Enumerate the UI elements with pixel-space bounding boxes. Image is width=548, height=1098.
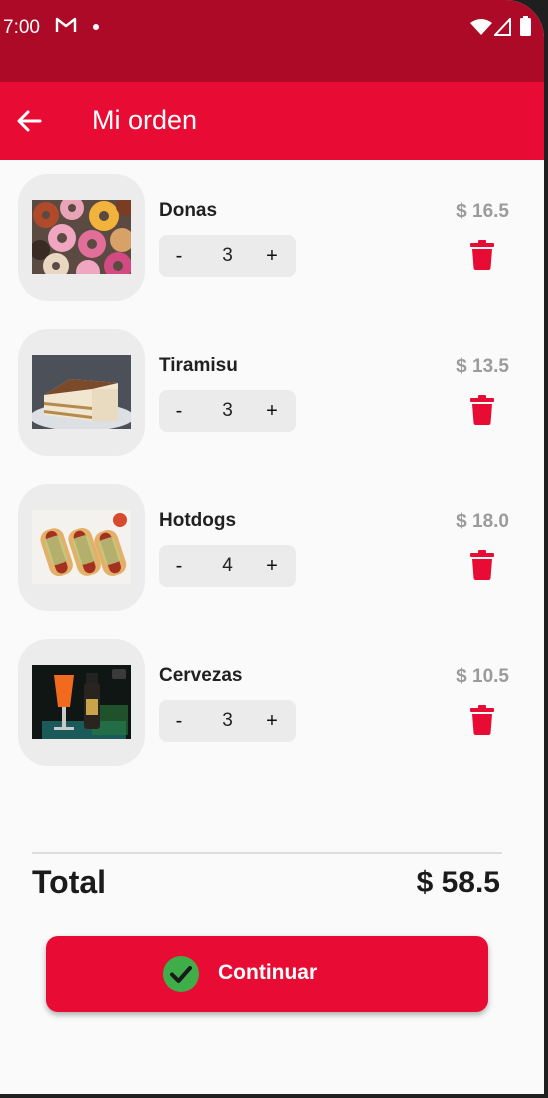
order-item-donas: Donas - 3 + $ 16.5 — [0, 174, 544, 304]
notification-dot-icon — [93, 24, 99, 30]
decrease-button[interactable]: - — [159, 545, 199, 587]
quantity-value: 3 — [222, 245, 233, 266]
item-name: Hotdogs — [159, 510, 237, 531]
page-title: Mi orden — [92, 105, 198, 135]
quantity-stepper: - 4 + — [159, 545, 296, 587]
quantity-stepper: - 3 + — [159, 235, 296, 277]
decrease-button[interactable]: - — [159, 700, 199, 742]
trash-icon[interactable] — [470, 240, 494, 270]
item-price: $ 10.5 — [456, 666, 509, 687]
beer-image — [32, 665, 131, 739]
increase-button[interactable]: + — [252, 235, 292, 277]
back-arrow-icon[interactable] — [16, 109, 42, 133]
status-time: 7:00 — [3, 17, 40, 38]
hotdogs-image — [32, 510, 131, 584]
increase-button[interactable]: + — [252, 700, 292, 742]
tiramisu-image — [32, 355, 131, 429]
item-thumbnail — [18, 174, 145, 301]
check-circle-icon — [163, 956, 199, 992]
decrease-button[interactable]: - — [159, 390, 199, 432]
status-bar: 7:00 — [0, 0, 544, 82]
trash-icon[interactable] — [470, 705, 494, 735]
item-thumbnail — [18, 329, 145, 456]
increase-button[interactable]: + — [252, 545, 292, 587]
item-name: Donas — [159, 200, 218, 221]
total-value: $ 58.5 — [416, 866, 500, 899]
continue-button[interactable]: Continuar — [46, 936, 488, 1012]
order-item-cervezas: Cervezas - 3 + $ 10.5 — [0, 639, 544, 769]
item-thumbnail — [18, 639, 145, 766]
screen: 7:00 Mi orden Donas - 3 + $ 16.5 Tiramis… — [0, 0, 544, 1094]
item-name: Cervezas — [159, 665, 243, 686]
app-bar: Mi orden — [0, 82, 544, 160]
donuts-image — [32, 200, 131, 274]
wifi-icon — [470, 19, 492, 35]
quantity-stepper: - 3 + — [159, 700, 296, 742]
battery-icon — [520, 16, 531, 36]
quantity-value: 3 — [222, 400, 233, 421]
gmail-icon — [55, 17, 77, 32]
item-thumbnail — [18, 484, 145, 611]
quantity-value: 3 — [222, 710, 233, 731]
trash-icon[interactable] — [470, 550, 494, 580]
quantity-stepper: - 3 + — [159, 390, 296, 432]
quantity-value: 4 — [222, 555, 233, 576]
increase-button[interactable]: + — [252, 390, 292, 432]
item-name: Tiramisu — [159, 355, 238, 376]
trash-icon[interactable] — [470, 395, 494, 425]
item-price: $ 13.5 — [456, 356, 509, 377]
divider — [32, 852, 502, 854]
total-label: Total — [32, 864, 107, 900]
item-price: $ 16.5 — [456, 201, 509, 222]
continue-label: Continuar — [218, 961, 318, 984]
signal-icon — [494, 18, 511, 36]
order-item-hotdogs: Hotdogs - 4 + $ 18.0 — [0, 484, 544, 614]
item-price: $ 18.0 — [456, 511, 509, 532]
order-item-tiramisu: Tiramisu - 3 + $ 13.5 — [0, 329, 544, 459]
decrease-button[interactable]: - — [159, 235, 199, 277]
